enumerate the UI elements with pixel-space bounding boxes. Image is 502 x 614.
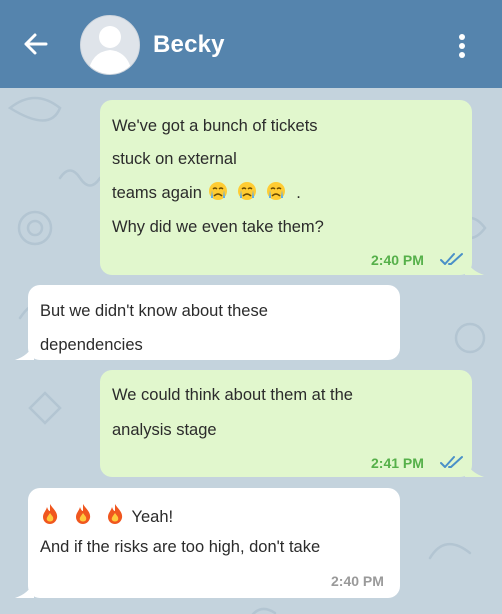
message-text: But we didn't know about these [40, 302, 268, 320]
more-vertical-icon [459, 34, 465, 58]
crying-face-emoji [266, 181, 286, 206]
message-text: We could think about them at the [112, 386, 353, 404]
bubble-tail-outgoing [465, 259, 484, 275]
message-text: Why did we even take them? [112, 218, 324, 236]
double-check-icon [440, 456, 463, 468]
message-text: We've got a bunch of tickets [112, 117, 318, 135]
message-text: And if the risks are too high, don't tak… [40, 538, 321, 556]
fire-emoji [73, 503, 93, 530]
message-time: 2:40 PM [371, 252, 424, 268]
bubble-tail-incoming [15, 582, 34, 598]
bubble-tail-incoming [15, 344, 34, 360]
contact-name[interactable]: Becky [153, 31, 225, 59]
message-text-with-emojis: Yeah! [38, 503, 173, 530]
crying-face-emoji [237, 181, 257, 206]
arrow-left-icon [24, 33, 48, 55]
back-button[interactable] [18, 26, 54, 62]
message-time: 2:41 PM [371, 455, 424, 471]
message-text: dependencies [40, 336, 143, 354]
message-text: . [296, 184, 301, 202]
default-user-icon [88, 26, 132, 74]
bubble-tail-outgoing [465, 461, 484, 477]
menu-button[interactable] [450, 30, 474, 62]
message-text-with-emojis: teams again . [112, 181, 301, 206]
fire-emoji [40, 503, 60, 530]
message-text: Yeah! [131, 508, 174, 526]
avatar[interactable] [80, 15, 140, 75]
message-text: stuck on external [112, 150, 237, 168]
double-check-icon [440, 253, 463, 265]
chat-header: Becky [0, 0, 502, 88]
message-text: teams again [112, 184, 202, 202]
crying-face-emoji [208, 181, 228, 206]
fire-emoji [105, 503, 125, 530]
message-time: 2:40 PM [331, 573, 384, 589]
message-text: analysis stage [112, 421, 217, 439]
